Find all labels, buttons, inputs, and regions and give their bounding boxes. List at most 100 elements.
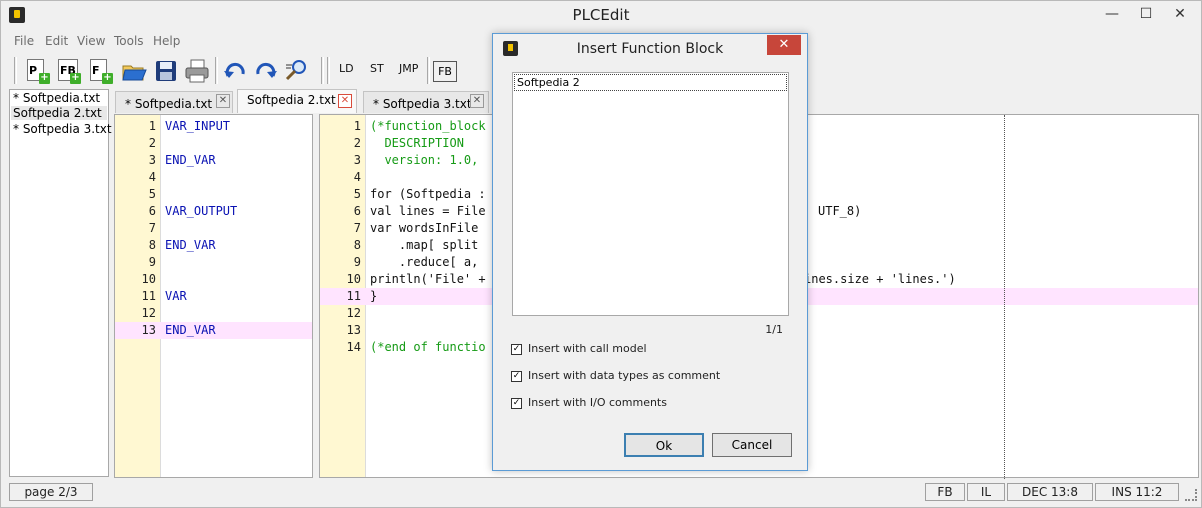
line-number: 11 bbox=[141, 289, 156, 303]
line-number: 4 bbox=[353, 170, 361, 184]
menu-tools[interactable]: Tools bbox=[114, 34, 144, 48]
io-comments-label: Insert with I/O comments bbox=[528, 396, 667, 409]
line-number: 6 bbox=[148, 204, 156, 218]
line-number: 10 bbox=[141, 272, 156, 286]
line-number: 5 bbox=[353, 187, 361, 201]
new-function-button[interactable]: F + bbox=[86, 57, 114, 85]
menu-help[interactable]: Help bbox=[153, 34, 180, 48]
line-number: 2 bbox=[353, 136, 361, 150]
jmp-button[interactable]: JMP bbox=[399, 62, 418, 75]
code-line: END_VAR bbox=[165, 153, 216, 167]
resize-grip-icon[interactable] bbox=[1185, 489, 1197, 501]
code-line: VAR_OUTPUT bbox=[165, 204, 238, 218]
line-number: 3 bbox=[353, 153, 361, 167]
code-line: for (Softpedia : bbox=[370, 187, 486, 201]
cancel-button[interactable]: Cancel bbox=[712, 433, 792, 457]
plus-icon: + bbox=[102, 72, 113, 84]
file-item-softpedia-3[interactable]: * Softpedia 3.txt bbox=[13, 122, 112, 136]
toolbar-separator bbox=[215, 57, 218, 84]
insert-fb-button[interactable]: FB bbox=[433, 61, 457, 82]
menu-edit[interactable]: Edit bbox=[45, 34, 68, 48]
code-line: (*function_block bbox=[370, 119, 486, 133]
io-comments-checkbox[interactable]: ✓ bbox=[511, 398, 522, 409]
ok-button[interactable]: Ok bbox=[624, 433, 704, 457]
plus-icon: + bbox=[70, 72, 81, 84]
code-line-tail: UTF_8) bbox=[818, 204, 862, 218]
line-number: 1 bbox=[148, 119, 156, 133]
variable-editor[interactable]: 1 VAR_INPUT 2 3 END_VAR 4 5 6 VAR_OUTPUT 7 8 END_VA… bbox=[114, 114, 313, 478]
line-number: 6 bbox=[353, 204, 361, 218]
ld-button[interactable]: LD bbox=[339, 62, 354, 75]
right-margin-guide bbox=[1004, 115, 1005, 479]
function-block-list[interactable]: Softpedia 2 bbox=[512, 72, 789, 316]
maximize-button[interactable]: ☐ bbox=[1129, 1, 1163, 29]
code-line: DESCRIPTION bbox=[370, 136, 464, 150]
plus-icon: + bbox=[39, 72, 50, 84]
open-button[interactable] bbox=[120, 57, 148, 85]
line-number: 12 bbox=[141, 306, 156, 320]
line-number: 1 bbox=[353, 119, 361, 133]
tab-close-icon[interactable]: ✕ bbox=[216, 94, 230, 108]
code-line: var wordsInFile bbox=[370, 221, 479, 235]
toolbar-grip[interactable] bbox=[327, 57, 330, 84]
tab-close-icon[interactable]: ✕ bbox=[338, 94, 352, 108]
code-line: VAR bbox=[165, 289, 187, 303]
code-line: println('File' + bbox=[370, 272, 486, 286]
line-number: 7 bbox=[353, 221, 361, 235]
call-model-label: Insert with call model bbox=[528, 342, 647, 355]
redo-button[interactable] bbox=[252, 57, 280, 85]
st-button[interactable]: ST bbox=[370, 62, 384, 75]
code-line: (*end of functio bbox=[370, 340, 486, 354]
tab-label: * Softpedia 3.txt bbox=[373, 97, 472, 111]
undo-button[interactable] bbox=[221, 57, 249, 85]
menu-file[interactable]: File bbox=[14, 34, 34, 48]
line-number: 4 bbox=[148, 170, 156, 184]
line-number: 12 bbox=[346, 306, 361, 320]
status-page: page 2/3 bbox=[9, 483, 93, 501]
minimize-button[interactable]: — bbox=[1095, 1, 1129, 29]
dialog-title: Insert Function Block bbox=[576, 41, 724, 57]
new-function-block-button[interactable]: FB + bbox=[54, 57, 82, 85]
list-item[interactable]: Softpedia 2 bbox=[514, 74, 787, 91]
line-number: 3 bbox=[148, 153, 156, 167]
line-number: 7 bbox=[148, 221, 156, 235]
status-bar: page 2/3 FB IL DEC 13:8 INS 11:2 bbox=[1, 481, 1201, 508]
line-number: 11 bbox=[346, 289, 361, 303]
file-item-softpedia-2[interactable]: Softpedia 2.txt bbox=[11, 106, 107, 120]
dialog-title-bar: Insert Function Block ✕ bbox=[493, 34, 807, 64]
toolbar-grip[interactable] bbox=[14, 57, 17, 84]
print-button[interactable] bbox=[183, 57, 211, 85]
toolbar-separator bbox=[321, 57, 324, 84]
insert-function-block-dialog: Insert Function Block ✕ Softpedia 2 1/1 … bbox=[492, 33, 808, 471]
code-line: END_VAR bbox=[165, 323, 216, 337]
line-number: 10 bbox=[346, 272, 361, 286]
dialog-close-button[interactable]: ✕ bbox=[767, 35, 801, 55]
data-types-comment-checkbox[interactable]: ✓ bbox=[511, 371, 522, 382]
toolbar-separator bbox=[427, 57, 430, 84]
line-number: 9 bbox=[353, 255, 361, 269]
line-number: 14 bbox=[346, 340, 361, 354]
save-button[interactable] bbox=[152, 57, 180, 85]
call-model-checkbox[interactable]: ✓ bbox=[511, 344, 522, 355]
list-pager: 1/1 bbox=[765, 323, 783, 336]
tab-strip: * Softpedia.txt ✕ Softpedia 2.txt ✕ * So… bbox=[113, 89, 497, 113]
line-number: 13 bbox=[346, 323, 361, 337]
code-line: } bbox=[370, 289, 378, 303]
code-line-tail: ines.size + 'lines.') bbox=[804, 272, 956, 286]
line-number: 5 bbox=[148, 187, 156, 201]
menu-view[interactable]: View bbox=[77, 34, 105, 48]
search-replace-icon bbox=[285, 60, 306, 81]
find-replace-button[interactable] bbox=[283, 57, 311, 85]
file-list: * Softpedia.txt Softpedia 2.txt * Softpe… bbox=[9, 89, 112, 477]
open-folder-icon bbox=[122, 65, 147, 81]
new-program-button[interactable]: P + bbox=[23, 57, 51, 85]
status-mode: FB bbox=[925, 483, 965, 501]
file-item-softpedia[interactable]: * Softpedia.txt bbox=[13, 91, 100, 105]
redo-icon bbox=[256, 62, 277, 78]
code-line: version: 1.0, bbox=[370, 153, 479, 167]
data-types-comment-label: Insert with data types as comment bbox=[528, 369, 721, 382]
line-number: 9 bbox=[148, 255, 156, 269]
line-number: 8 bbox=[353, 238, 361, 252]
tab-close-icon[interactable]: ✕ bbox=[470, 94, 484, 108]
close-button[interactable]: ✕ bbox=[1163, 1, 1197, 29]
